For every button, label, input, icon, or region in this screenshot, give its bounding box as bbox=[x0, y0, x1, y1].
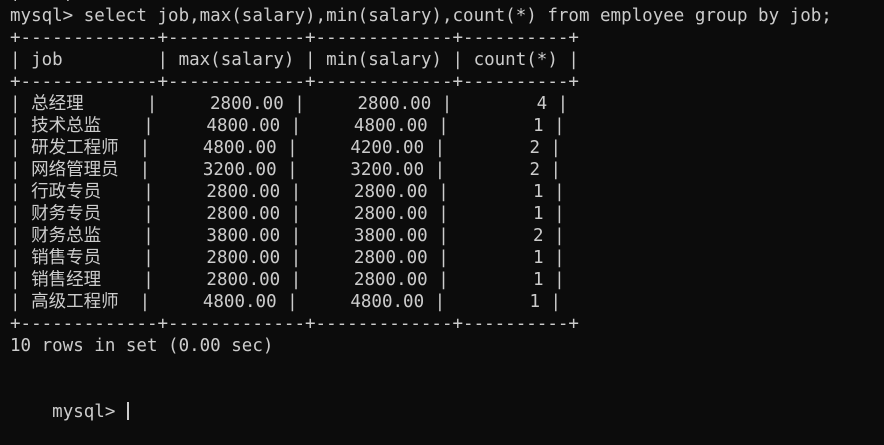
table-border-header: +-------------+-------------+-----------… bbox=[10, 72, 579, 92]
table-border-top: +-------------+-------------+-----------… bbox=[10, 28, 579, 48]
table-border-bottom: +-------------+-------------+-----------… bbox=[10, 314, 579, 334]
table-row: | 网络管理员 | 3200.00 | 3200.00 | 2 | bbox=[10, 160, 562, 180]
table-row: | 高级工程师 | 4800.00 | 4800.00 | 1 | bbox=[10, 292, 562, 312]
table-row: | 销售经理 | 2800.00 | 2800.00 | 1 | bbox=[10, 270, 565, 290]
terminal-window[interactable]: +----+ mysql> select job,max(salary),min… bbox=[0, 0, 884, 422]
table-header-row: | job | max(salary) | min(salary) | coun… bbox=[10, 50, 579, 70]
command-line: mysql> select job,max(salary),min(salary… bbox=[10, 6, 832, 26]
text-cursor bbox=[126, 402, 129, 420]
table-row: | 财务专员 | 2800.00 | 2800.00 | 1 | bbox=[10, 204, 565, 224]
table-row: | 研发工程师 | 4800.00 | 4200.00 | 2 | bbox=[10, 138, 562, 158]
table-row: | 销售专员 | 2800.00 | 2800.00 | 1 | bbox=[10, 248, 565, 268]
input-line[interactable]: mysql> bbox=[10, 379, 129, 422]
table-row: | 行政专员 | 2800.00 | 2800.00 | 1 | bbox=[10, 182, 565, 202]
table-row: | 总经理 | 2800.00 | 2800.00 | 4 | bbox=[10, 94, 569, 114]
mysql-prompt: mysql> bbox=[52, 402, 126, 422]
table-row: | 财务总监 | 3800.00 | 3800.00 | 2 | bbox=[10, 226, 565, 246]
result-summary: 10 rows in set (0.00 sec) bbox=[10, 336, 274, 356]
table-row: | 技术总监 | 4800.00 | 4800.00 | 1 | bbox=[10, 116, 565, 136]
